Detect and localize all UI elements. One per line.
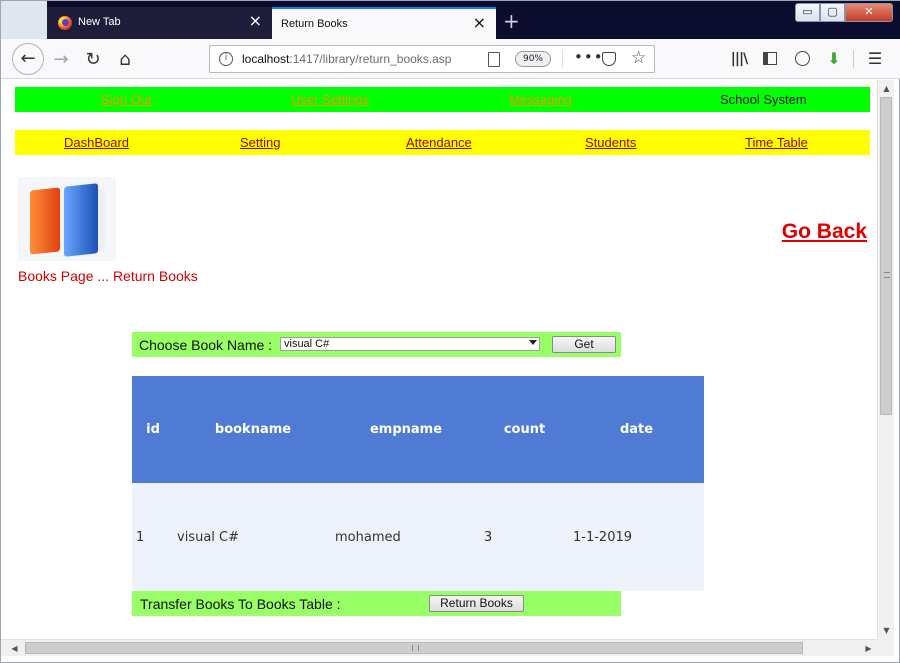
firefox-icon	[58, 16, 72, 30]
user-settings-link[interactable]: User Settings	[291, 92, 369, 107]
sidebar-icon[interactable]	[760, 49, 780, 69]
scroll-up-icon[interactable]: ▲	[878, 80, 895, 97]
close-tab-icon[interactable]: ×	[473, 14, 486, 32]
book-name-select[interactable]: visual C#	[280, 337, 540, 351]
tab-label: New Tab	[78, 16, 121, 28]
url-bar[interactable]: i localhost:1417/library/return_books.as…	[209, 45, 655, 73]
horizontal-scroll-thumb[interactable]	[25, 642, 803, 654]
choose-book-panel: Choose Book Name : visual C# Get	[132, 332, 621, 357]
reload-icon: ↻	[85, 49, 101, 70]
table-header-row: id bookname empname count date	[132, 376, 704, 483]
arrow-right-icon: →	[53, 49, 69, 70]
bookmark-star-icon[interactable]: ☆	[631, 48, 646, 68]
go-back-link[interactable]: Go Back	[782, 220, 867, 244]
home-icon: ⌂	[119, 49, 131, 70]
main-nav-bar: DashBoard Setting Attendance Students Ti…	[15, 130, 870, 155]
tab-new-tab[interactable]: New Tab ×	[47, 7, 272, 39]
books-icon	[18, 177, 116, 261]
home-button[interactable]: ⌂	[111, 46, 139, 74]
vertical-scrollbar[interactable]: ▲ ▼	[877, 80, 894, 639]
transfer-label: Transfer Books To Books Table :	[140, 596, 341, 612]
scroll-left-icon[interactable]: ◀	[6, 640, 23, 657]
url-divider	[562, 50, 563, 68]
toolbar-divider	[853, 50, 854, 68]
return-books-table: id bookname empname count date 1 visual …	[132, 376, 704, 591]
url-path: :1417/library/return_books.asp	[289, 52, 452, 66]
reload-button[interactable]: ↻	[79, 46, 107, 74]
arrow-left-icon: ←	[20, 48, 36, 69]
url-host: localhost	[242, 52, 290, 66]
scroll-down-icon[interactable]: ▼	[878, 622, 895, 639]
choose-book-label: Choose Book Name :	[139, 337, 273, 353]
download-icon[interactable]: ⬇	[824, 49, 844, 69]
top-nav-bar: Sign Out User Settings Messaging School …	[15, 87, 870, 112]
grip-icon	[884, 272, 890, 278]
hamburger-menu-icon[interactable]: ☰	[865, 49, 885, 69]
cell-date: 1-1-2019	[569, 483, 704, 591]
return-books-button[interactable]: Return Books	[429, 595, 524, 612]
cell-empname: mohamed	[332, 483, 480, 591]
brand-label: School System	[720, 92, 807, 107]
new-tab-icon[interactable]: +	[503, 9, 520, 33]
messaging-link[interactable]: Messaging	[509, 92, 572, 107]
nav-attendance-link[interactable]: Attendance	[406, 135, 472, 150]
page-actions-icon[interactable]: •••	[574, 48, 604, 66]
column-header-bookname: bookname	[174, 376, 332, 483]
vertical-scroll-thumb[interactable]	[880, 97, 892, 415]
column-header-count: count	[480, 376, 569, 483]
back-button[interactable]: ←	[12, 43, 44, 75]
minimize-icon[interactable]: ▭	[795, 3, 820, 22]
column-header-date: date	[569, 376, 704, 483]
page-viewport: Sign Out User Settings Messaging School …	[1, 80, 877, 639]
nav-students-link[interactable]: Students	[585, 135, 636, 150]
table-row: 1 visual C# mohamed 3 1-1-2019	[132, 483, 704, 591]
url-text[interactable]: localhost:1417/library/return_books.asp	[242, 52, 452, 66]
info-icon[interactable]: i	[219, 52, 233, 66]
column-header-empname: empname	[332, 376, 480, 483]
breadcrumb: Books Page ... Return Books	[18, 268, 198, 284]
tab-label: Return Books	[281, 18, 348, 30]
reader-view-icon[interactable]	[488, 52, 500, 67]
browser-window: New Tab × Return Books × + ▭ ▢ ✕ ← → ↻ ⌂…	[0, 0, 900, 663]
tab-strip: New Tab × Return Books × + ▭ ▢ ✕	[1, 1, 900, 39]
account-icon[interactable]	[792, 49, 812, 69]
navigation-toolbar: ← → ↻ ⌂ i localhost:1417/library/return_…	[1, 39, 900, 79]
scroll-right-icon[interactable]: ▶	[860, 640, 877, 657]
title-bar	[1, 1, 47, 39]
selected-book-value: visual C#	[284, 338, 330, 350]
maximize-icon[interactable]: ▢	[820, 3, 845, 22]
pocket-icon[interactable]	[602, 52, 616, 66]
nav-dashboard-link[interactable]: DashBoard	[64, 135, 129, 150]
library-icon[interactable]: |||\	[729, 49, 749, 69]
column-header-id: id	[132, 376, 174, 483]
get-button[interactable]: Get	[552, 336, 616, 353]
tab-return-books[interactable]: Return Books ×	[272, 7, 496, 39]
cell-count: 3	[480, 483, 569, 591]
scroll-corner	[877, 639, 894, 656]
horizontal-scrollbar[interactable]: ◀ ▶	[1, 639, 877, 656]
cell-bookname: visual C#	[174, 483, 332, 591]
forward-button[interactable]: →	[47, 46, 75, 74]
nav-time-table-link[interactable]: Time Table	[745, 135, 808, 150]
grip-icon	[412, 645, 419, 651]
nav-setting-link[interactable]: Setting	[240, 135, 280, 150]
chevron-down-icon	[529, 340, 537, 345]
close-window-icon[interactable]: ✕	[845, 3, 893, 22]
transfer-panel: Transfer Books To Books Table : Return B…	[132, 591, 621, 616]
cell-id: 1	[132, 483, 174, 591]
close-tab-icon[interactable]: ×	[249, 12, 262, 30]
zoom-badge[interactable]: 90%	[515, 51, 551, 67]
sign-out-link[interactable]: Sign Out	[101, 92, 152, 107]
